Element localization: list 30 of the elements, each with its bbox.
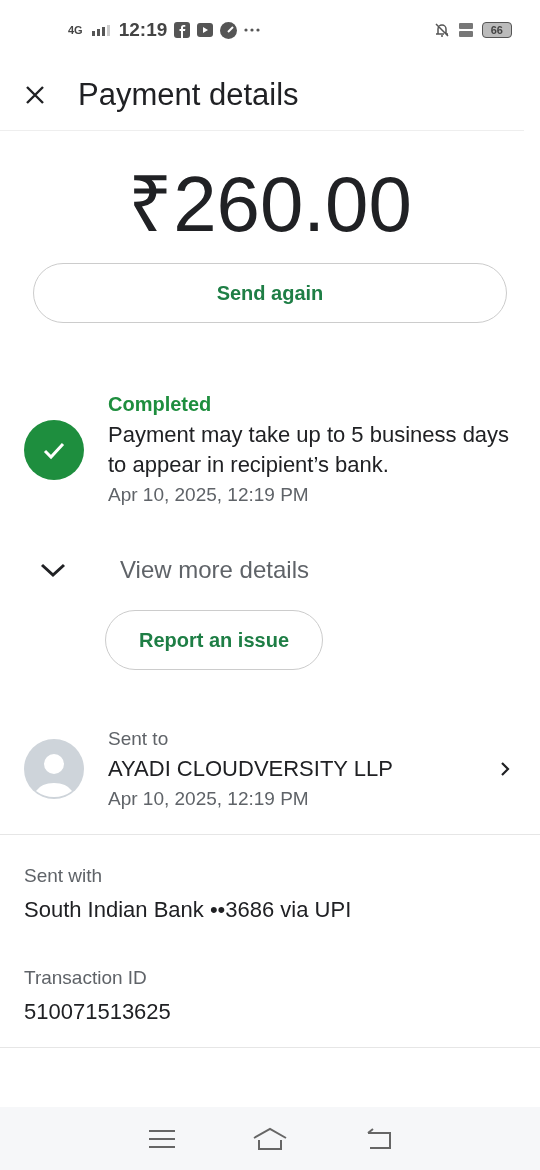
close-icon[interactable] (24, 84, 46, 106)
home-icon[interactable] (252, 1126, 288, 1151)
battery-icon: 66 (481, 22, 512, 38)
send-again-button[interactable]: Send again (33, 263, 507, 323)
status-message: Payment may take up to 5 business days to appear in recipient’s bank. (108, 421, 511, 479)
status-time: 12:19 (118, 19, 168, 41)
view-more-link[interactable]: View more details (120, 556, 309, 584)
recipient-time: Apr 10, 2025, 12:19 PM (108, 788, 310, 810)
recipient-name: AYADI CLOUDVERSITY LLP (108, 755, 394, 783)
chevron-icon[interactable] (38, 561, 68, 579)
amount: ₹260.00 (127, 161, 413, 247)
gauge-icon (220, 21, 238, 39)
detail-label: Sent with (24, 865, 104, 887)
more-icon (244, 28, 261, 32)
network-type: 4G (68, 24, 83, 36)
status-time: Apr 10, 2025, 12:19 PM (108, 484, 310, 506)
facebook-icon (174, 22, 191, 38)
detail-label: Transaction ID (24, 967, 148, 989)
detail-value: South Indian Bank ••3686 via UPI (24, 896, 353, 924)
report-issue-button[interactable]: Report an issue (105, 610, 323, 670)
signal-icon (89, 24, 112, 36)
bell-off-icon (433, 22, 450, 38)
chevron-right-icon[interactable] (500, 761, 510, 777)
avatar-icon (24, 739, 84, 799)
sent-to-label: Sent to (108, 728, 170, 750)
status-label: Completed (108, 393, 213, 416)
page-title: Payment details (78, 77, 299, 113)
detail-value: 510071513625 (24, 998, 172, 1026)
play-icon (197, 23, 214, 37)
menu-icon[interactable] (148, 1128, 176, 1149)
